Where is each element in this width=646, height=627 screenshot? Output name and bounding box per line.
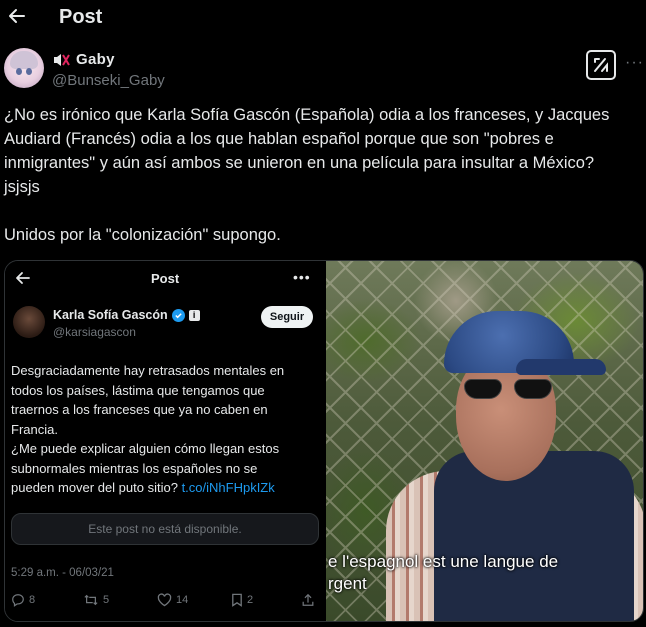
- embedded-back-arrow-icon: [15, 270, 31, 291]
- post-author: Gaby @Bunseki_Gaby ···: [0, 46, 646, 94]
- repost-count: 5: [103, 594, 110, 606]
- like-icon: [157, 593, 172, 607]
- tweet-line: Audiard (Francés) odia a los que hablan …: [4, 130, 554, 148]
- info-icon: i: [188, 309, 200, 321]
- embedded-post-screenshot: Post ••• Karla Sofía Gascón i @karsiagas…: [5, 261, 326, 621]
- embedded-link: t.co/iNhFHpkIZk: [181, 480, 275, 495]
- embedded-body-line: Francia.: [11, 421, 58, 437]
- verified-icon: [171, 308, 185, 322]
- reply-count: 8: [29, 594, 36, 606]
- author-name-row: Gaby: [52, 51, 115, 68]
- tweet-media[interactable]: Post ••• Karla Sofía Gascón i @karsiagas…: [4, 260, 644, 622]
- share-icon: [301, 593, 315, 607]
- bookmark-count: 2: [247, 594, 254, 606]
- subtitle-line: e l'espagnol est une langue de: [328, 552, 559, 571]
- embedded-avatar: [13, 306, 45, 338]
- embedded-handle: @karsiagascon: [53, 325, 136, 339]
- embedded-display-name: Karla Sofía Gascón: [53, 308, 168, 322]
- embedded-title: Post: [151, 271, 180, 286]
- tweet-line: ¿No es irónico que Karla Sofía Gascón (E…: [4, 106, 610, 124]
- subtitle-line: rgent: [328, 574, 367, 593]
- embedded-body-line: Desgraciadamente hay retrasados mentales…: [11, 363, 285, 378]
- embedded-unavailable-notice: Este post no está disponible.: [11, 513, 319, 545]
- avatar[interactable]: [4, 48, 44, 88]
- embedded-body-line: traernos a los franceses que ya no caben…: [11, 402, 268, 417]
- embedded-follow-button: Seguir: [261, 306, 313, 328]
- embedded-body-line: ¿Me puede explicar alguien cómo llegan e…: [11, 441, 280, 456]
- embedded-more-icon: •••: [293, 269, 311, 285]
- page-title: Post: [59, 6, 103, 28]
- speaker-muted-icon: [52, 52, 70, 68]
- bookmark-icon: [231, 593, 243, 607]
- embedded-actions: 8 5 14 2: [11, 591, 321, 609]
- embedded-share: [301, 593, 315, 607]
- more-icon[interactable]: ···: [625, 54, 644, 72]
- video-subtitle: e l'espagnol est une langue de rgent: [328, 551, 643, 595]
- back-arrow-icon[interactable]: [6, 5, 28, 27]
- embedded-body-line: todos los países, lástima que tengamos q…: [11, 382, 265, 398]
- repost-icon: [83, 593, 99, 607]
- tweet-line: Unidos por la "colonización" supongo.: [4, 226, 281, 244]
- embedded-bookmark: 2: [231, 593, 301, 607]
- embedded-name-row: Karla Sofía Gascón i: [53, 308, 200, 322]
- tweet-line: inmigrantes" y aún así ambos se unieron …: [4, 154, 595, 172]
- reply-icon: [11, 593, 25, 607]
- embedded-repost: 5: [83, 593, 157, 607]
- embedded-body-text: pueden mover del puto sitio?: [11, 480, 182, 495]
- top-bar: Post: [0, 0, 646, 34]
- like-count: 14: [176, 594, 189, 606]
- embedded-body-line: pueden mover del puto sitio? t.co/iNhFHp…: [11, 478, 316, 498]
- embedded-body: Desgraciadamente hay retrasados mentales…: [11, 361, 316, 498]
- tweet-line: jsjsjs: [4, 178, 40, 196]
- tweet-text: ¿No es irónico que Karla Sofía Gascón (E…: [4, 103, 640, 247]
- embedded-timestamp: 5:29 a.m. - 06/03/21: [11, 567, 114, 579]
- grok-icon[interactable]: [586, 50, 616, 80]
- embedded-like: 14: [157, 593, 231, 607]
- author-handle[interactable]: @Bunseki_Gaby: [52, 72, 165, 89]
- embedded-reply: 8: [11, 593, 83, 607]
- author-display-name[interactable]: Gaby: [76, 51, 115, 68]
- embedded-body-line: subnormales mientras los españoles no se: [11, 460, 258, 476]
